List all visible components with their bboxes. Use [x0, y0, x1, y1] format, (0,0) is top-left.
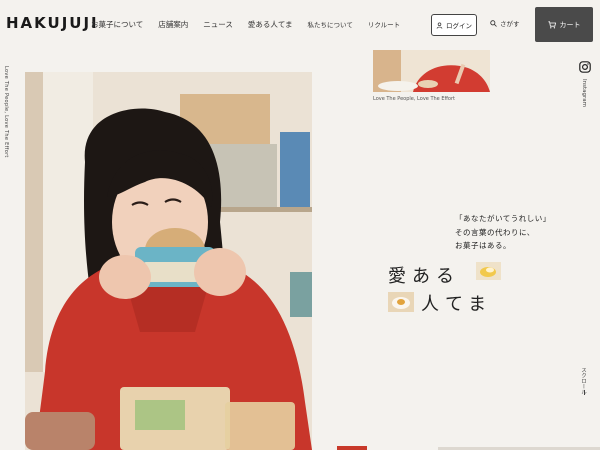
- nav-item-aiaru-hitotema[interactable]: 愛ある人てま: [248, 19, 293, 30]
- side-tagline: Love The People, Love The Effort: [3, 66, 9, 158]
- quote-line: その言葉の代わりに、: [455, 227, 535, 237]
- scroll-indicator: スクロール: [580, 367, 586, 395]
- hero-photo: [25, 72, 312, 450]
- site-header: HAKUJUJI お菓子について 店舗案内 ニュース 愛ある人てま 私たちについ…: [0, 0, 600, 50]
- login-button[interactable]: ログイン: [431, 14, 477, 36]
- login-label: ログイン: [446, 22, 472, 30]
- instagram-label[interactable]: Instagram: [581, 79, 587, 107]
- quote-line: 「あなたがいてうれしい」: [455, 214, 551, 223]
- nav-item-recruit[interactable]: リクルート: [368, 19, 400, 30]
- hero-title-line1: 愛ある: [388, 266, 460, 287]
- user-icon: [436, 21, 443, 29]
- hero-quote: 「あなたがいてうれしい」 その言葉の代わりに、 お菓子はある。: [455, 212, 551, 253]
- instagram-icon[interactable]: [579, 61, 591, 73]
- nav-item-about-sweets[interactable]: お菓子について: [91, 19, 143, 30]
- hero-title-line2: 人てま: [421, 294, 493, 315]
- nav-item-about-us[interactable]: 私たちについて: [308, 19, 353, 30]
- cart-label: カート: [559, 20, 581, 29]
- scroll-line: [584, 390, 585, 395]
- cart-button[interactable]: カート: [535, 7, 593, 42]
- search-button[interactable]: さがす: [490, 18, 520, 28]
- bottom-accent-bar: [337, 446, 367, 450]
- nav-item-stores[interactable]: 店舗案内: [158, 19, 188, 30]
- thumbnail-caption: Love The People, Love The Effort: [373, 96, 456, 102]
- search-icon: [490, 19, 497, 27]
- nav-item-news[interactable]: ニュース: [203, 19, 233, 30]
- cart-icon: [547, 20, 556, 28]
- sweet-image-1: [476, 262, 501, 280]
- main-nav: お菓子について 店舗案内 ニュース 愛ある人てま 私たちについて リクルート: [91, 19, 415, 30]
- thumbnail-photo[interactable]: [373, 50, 490, 92]
- quote-line: お菓子はある。: [455, 241, 511, 250]
- sweet-image-2: [388, 292, 414, 312]
- search-label: さがす: [500, 20, 520, 28]
- site-logo[interactable]: HAKUJUJI: [6, 14, 99, 32]
